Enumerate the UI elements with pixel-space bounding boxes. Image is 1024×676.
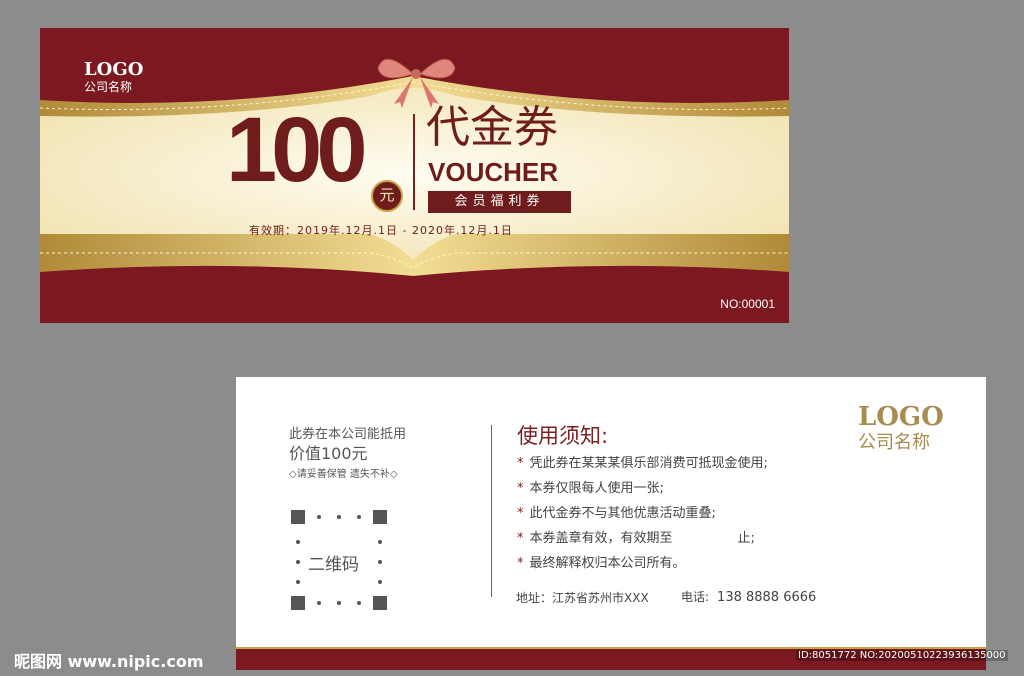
validity-period: 有效期：2019年.12月.1日 - 2020年.12月.1日 — [249, 224, 513, 237]
voucher-title-cn: 代金券 — [426, 102, 558, 153]
qr-dot — [337, 515, 341, 519]
notice-title: 使用须知: — [517, 424, 609, 448]
logo-text: LOGO — [84, 59, 144, 80]
qr-dot — [296, 560, 300, 564]
voucher-back: 此券在本公司能抵用 价值100元 ◇请妥善保管 遗失不补◇ 二维码 使用须知: … — [236, 377, 986, 670]
watermark-id: ID:8051772 NO:20200510223936135000 — [796, 650, 1008, 661]
notice-item: 最终解释权归本公司所有。 — [517, 551, 768, 576]
back-divider — [491, 425, 492, 597]
voucher-amount: 100 — [226, 99, 367, 201]
currency-badge: 元 — [371, 180, 403, 212]
qr-dot — [357, 515, 361, 519]
qr-corner — [291, 510, 305, 524]
voucher-title-en: VOUCHER — [428, 157, 559, 187]
back-logo: LOGO 公司名称 — [858, 402, 944, 454]
member-tag: 会员福利券 — [428, 191, 571, 213]
notice-item: 本券盖章有效，有效期至 止; — [517, 526, 768, 551]
qr-label: 二维码 — [308, 555, 359, 575]
phone-label: 电话: — [681, 590, 710, 604]
qr-code-placeholder: 二维码 — [291, 510, 387, 610]
notice-item: 此代金券不与其他优惠活动重叠; — [517, 501, 768, 526]
qr-dot — [317, 601, 321, 605]
qr-dot — [378, 560, 382, 564]
qr-dot — [378, 540, 382, 544]
qr-corner — [291, 596, 305, 610]
company-name: 公司名称 — [84, 80, 133, 94]
notice-item: 凭此券在某某某俱乐部消费可抵现金使用; — [517, 451, 768, 476]
qr-dot — [357, 601, 361, 605]
address: 地址：江苏省苏州市XXX — [516, 591, 649, 605]
notice-list: 凭此券在某某某俱乐部消费可抵现金使用; 本券仅限每人使用一张; 此代金券不与其他… — [517, 451, 768, 576]
phone: 电话: 138 8888 6666 — [681, 588, 816, 605]
value-note: 价值100元 — [289, 444, 368, 463]
keep-note: ◇请妥善保管 遗失不补◇ — [289, 469, 398, 480]
notice-item: 本券仅限每人使用一张; — [517, 476, 768, 501]
phone-number: 138 8888 6666 — [717, 590, 817, 605]
qr-dot — [296, 580, 300, 584]
watermark-site: 昵图网 www.nipic.com — [14, 652, 204, 671]
qr-dot — [296, 540, 300, 544]
title-divider — [413, 114, 415, 210]
front-logo: LOGO 公司名称 — [84, 59, 143, 95]
qr-corner — [373, 596, 387, 610]
voucher-front: LOGO 公司名称 100 元 代金券 VOUCHER 会员福利券 有效期：20… — [40, 28, 789, 323]
qr-dot — [337, 601, 341, 605]
qr-dot — [317, 515, 321, 519]
qr-dot — [378, 580, 382, 584]
serial-number: NO:00001 — [720, 297, 775, 311]
qr-corner — [373, 510, 387, 524]
